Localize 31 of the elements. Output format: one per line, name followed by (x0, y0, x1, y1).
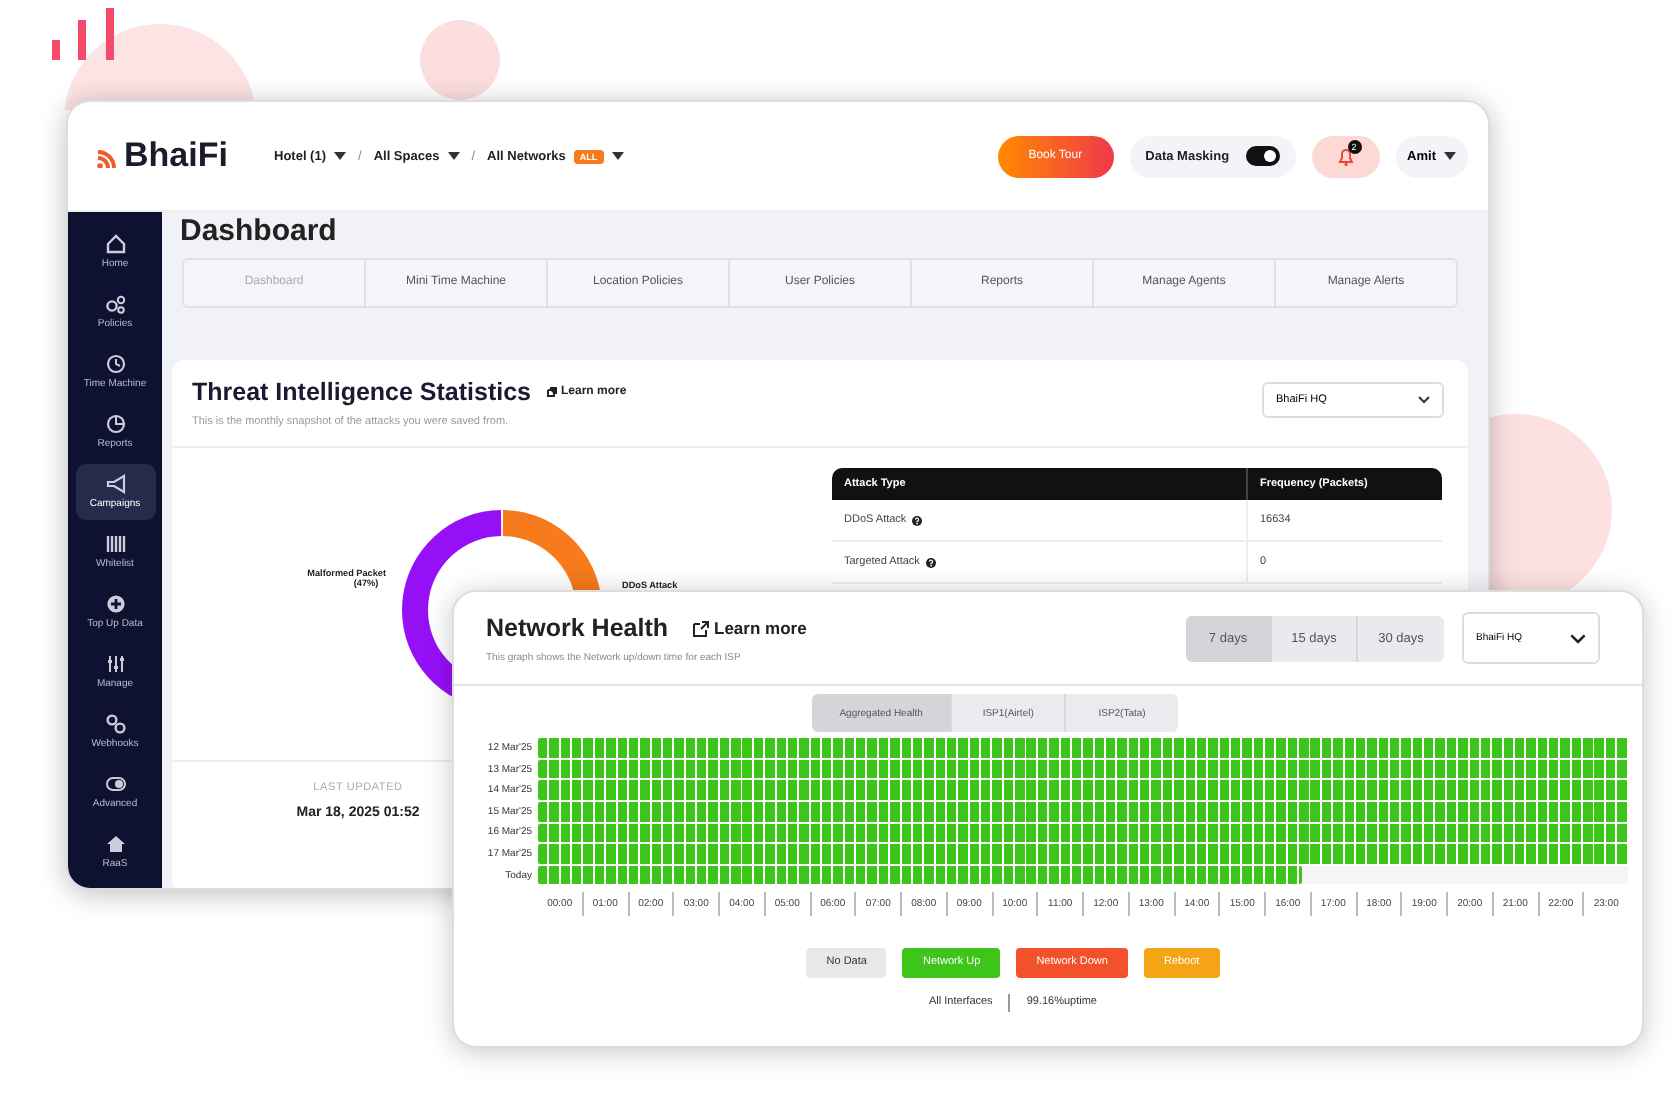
caret-icon (447, 152, 460, 160)
external-link-icon (692, 619, 710, 637)
bar-mark-icon (52, 8, 120, 60)
chevron-icon (1570, 633, 1586, 643)
chevron-icon (1418, 396, 1430, 405)
card-title: Threat Intelligence Statistics (192, 378, 531, 407)
pie-chart-icon (105, 414, 125, 434)
page-title: Dashboard (178, 212, 339, 252)
help-icon (912, 515, 923, 526)
house-icon (105, 834, 125, 854)
logo-text: BhaiFi (124, 136, 228, 176)
link-icon (105, 714, 125, 734)
home-icon (105, 234, 125, 254)
bell-icon (1337, 147, 1354, 165)
clock-icon (105, 354, 125, 374)
plus-circle-icon (105, 594, 125, 614)
learn-more-link[interactable]: Learn more (692, 618, 807, 638)
gears-icon (105, 294, 125, 314)
help-icon (925, 557, 936, 568)
toggle-icon (105, 774, 125, 794)
external-link-icon (545, 386, 557, 399)
decorative-circle (416, 16, 504, 100)
sliders-icon (105, 654, 125, 674)
caret-icon (611, 152, 624, 160)
toggle-switch[interactable] (1245, 146, 1280, 166)
caret-icon (1444, 152, 1456, 160)
wifi-icon (96, 144, 120, 168)
barcode-icon (105, 534, 125, 554)
megaphone-icon (105, 474, 125, 494)
caret-icon (334, 152, 346, 160)
panel-title: Network Health (486, 614, 668, 642)
